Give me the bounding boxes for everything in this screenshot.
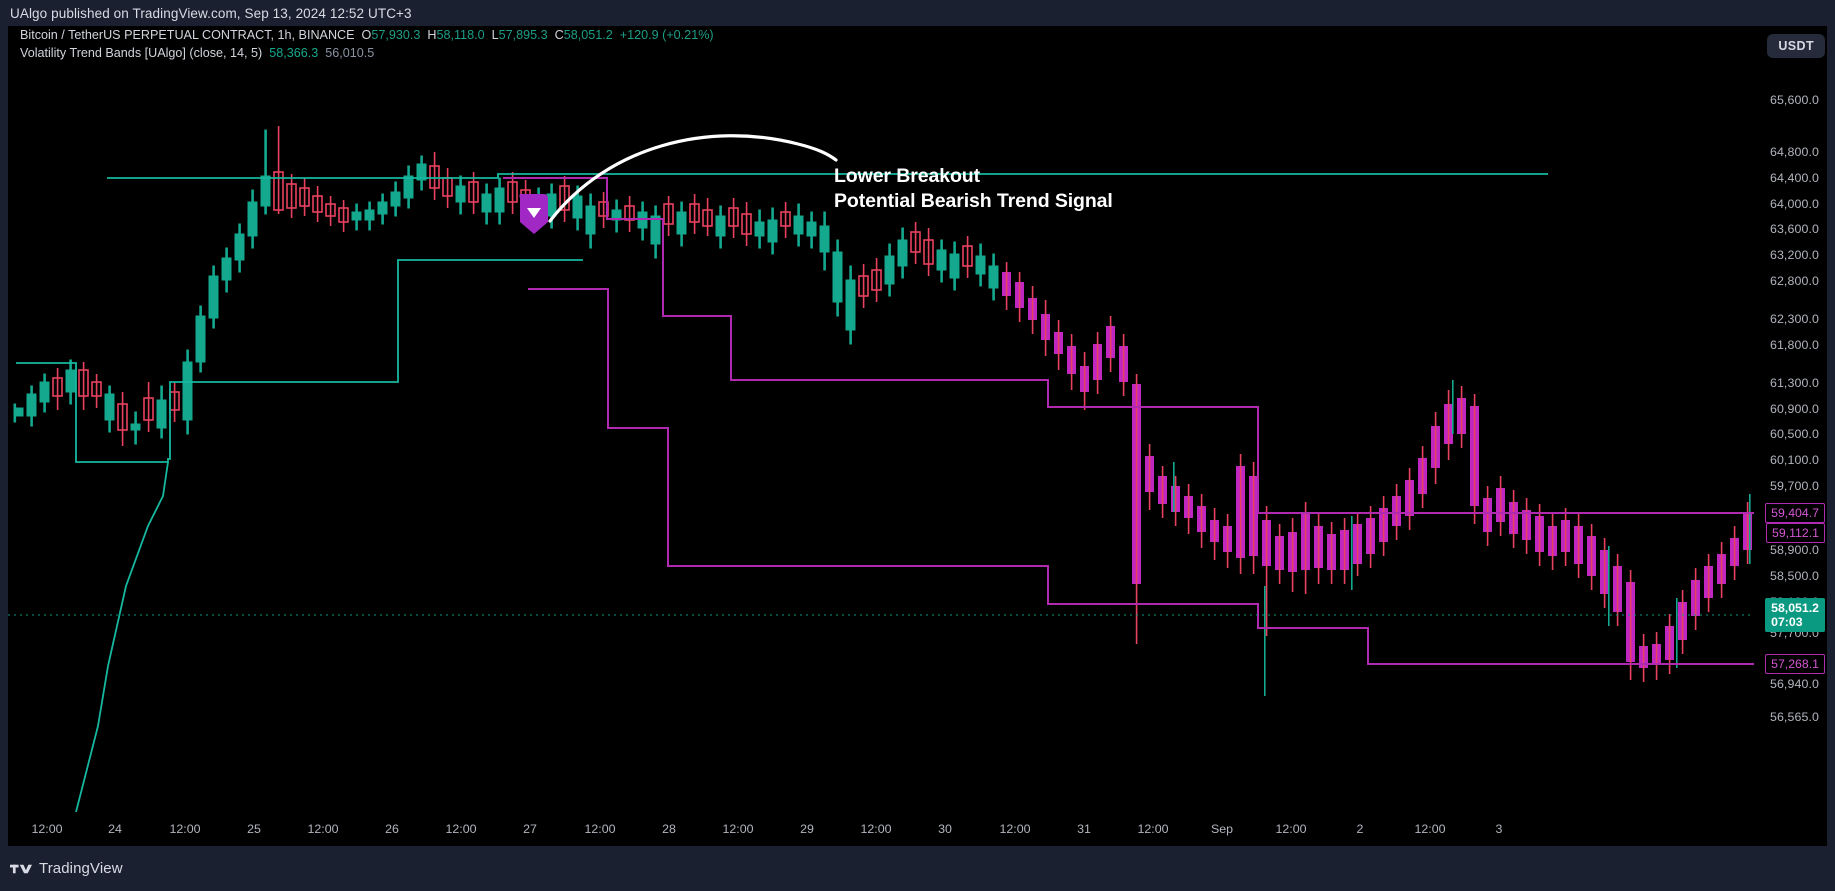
price-axis-tick: 62,300.0: [1769, 312, 1819, 326]
last-price-time: 07:03: [1771, 615, 1803, 629]
chart-pane[interactable]: [8, 26, 1754, 812]
footer-bar: TradingView: [0, 846, 1835, 891]
last-price-tag: 58,051.2 07:03: [1765, 598, 1825, 632]
price-axis-tick: 58,900.0: [1769, 543, 1819, 557]
time-axis-tick: 12:00: [445, 822, 477, 836]
time-axis-tick: 27: [523, 822, 537, 836]
time-axis-tick: 29: [800, 822, 814, 836]
sell-signal-marker: [519, 194, 548, 234]
time-axis-tick: 2: [1356, 822, 1364, 836]
price-axis-tick: 61,300.0: [1769, 376, 1819, 390]
time-axis-tick: 25: [247, 822, 261, 836]
time-axis[interactable]: 12:00 24 12:00 25 12:00 26 12:00 27 12:00 28 12:00…: [8, 812, 1827, 846]
trend-band-upper-teal: [107, 173, 1548, 179]
price-axis-tick: 63,200.0: [1769, 248, 1819, 262]
publisher-text: UAlgo published on TradingView.com, Sep …: [10, 5, 412, 21]
time-axis-tick: 12:00: [1137, 822, 1169, 836]
price-axis-tick: 64,000.0: [1769, 197, 1819, 211]
time-axis-tick: 12:00: [307, 822, 339, 836]
tradingview-logo[interactable]: TradingView: [10, 860, 123, 877]
band-price-tag: 57,268.1: [1765, 654, 1825, 674]
time-axis-tick: 12:00: [584, 822, 616, 836]
price-axis-tick: 60,500.0: [1769, 427, 1819, 441]
time-axis-tick: 12:00: [1414, 822, 1446, 836]
price-axis-tick: 58,500.0: [1769, 569, 1819, 583]
currency-unit-button[interactable]: USDT: [1767, 34, 1825, 58]
trend-band-upper-magenta: [557, 177, 1754, 514]
time-axis-tick: Sep: [1210, 822, 1234, 836]
time-axis-tick: 24: [108, 822, 122, 836]
time-axis-tick: 3: [1495, 822, 1503, 836]
candle-series-bearish: [1002, 262, 1752, 696]
band-price-tag: 59,404.7: [1765, 503, 1825, 523]
time-axis-tick: 12:00: [860, 822, 892, 836]
time-axis-tick: 26: [385, 822, 399, 836]
price-axis-tick: 64,400.0: [1769, 171, 1819, 185]
time-axis-tick: 12:00: [1275, 822, 1307, 836]
price-axis-tick: 61,800.0: [1769, 338, 1819, 352]
chart-frame: 65,600.0 64,800.0 64,400.0 64,000.0 63,600.0…: [8, 26, 1827, 846]
trend-band-lower-teal: [16, 259, 583, 463]
price-axis-tick: 59,700.0: [1769, 479, 1819, 493]
time-axis-tick: 30: [938, 822, 952, 836]
time-axis-tick: 28: [662, 822, 676, 836]
price-axis-tick: 56,940.0: [1769, 677, 1819, 691]
annotation-line-2: Potential Bearish Trend Signal: [834, 190, 1113, 212]
price-axis-tick: 64,800.0: [1769, 145, 1819, 159]
tradingview-chart-screenshot: UAlgo published on TradingView.com, Sep …: [0, 0, 1835, 891]
price-axis[interactable]: 65,600.0 64,800.0 64,400.0 64,000.0 63,600.0…: [1754, 26, 1827, 812]
last-price-value: 58,051.2: [1771, 601, 1819, 615]
time-axis-tick: 31: [1077, 822, 1091, 836]
publisher-bar: UAlgo published on TradingView.com, Sep …: [0, 0, 1835, 26]
price-axis-tick: 63,600.0: [1769, 222, 1819, 236]
time-axis-tick: 12:00: [169, 822, 201, 836]
time-axis-tick: 12:00: [722, 822, 754, 836]
time-axis-tick: 12:00: [31, 822, 63, 836]
time-axis-tick: 12:00: [999, 822, 1031, 836]
price-axis-tick: 60,900.0: [1769, 402, 1819, 416]
price-axis-tick: 62,800.0: [1769, 274, 1819, 288]
annotation-line-1: Lower Breakout: [834, 165, 980, 187]
annotation-text: Lower Breakout Potential Bearish Trend S…: [834, 164, 1113, 214]
trend-band-rising-teal: [75, 461, 169, 812]
price-axis-tick: 60,100.0: [1769, 453, 1819, 467]
band-price-tag: 59,112.1: [1766, 523, 1825, 543]
price-axis-tick: 65,600.0: [1769, 93, 1819, 107]
chart-canvas: [8, 126, 1754, 812]
tradingview-logo-text: TradingView: [39, 860, 123, 877]
tradingview-logo-icon: [10, 864, 32, 873]
price-axis-tick: 56,565.0: [1769, 710, 1819, 724]
